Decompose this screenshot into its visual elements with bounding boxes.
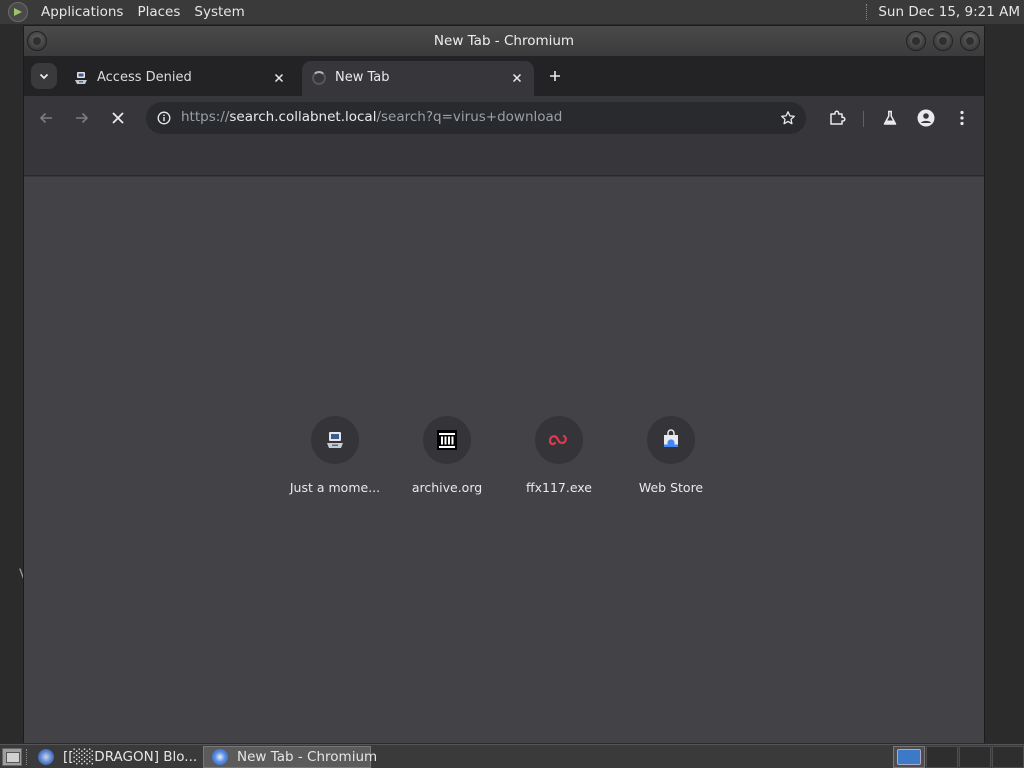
new-tab-button[interactable] — [542, 63, 568, 89]
shortcut-label: Web Store — [638, 480, 704, 495]
tab-strip: Access Denied New Tab — [24, 56, 984, 115]
bookmark-button[interactable] — [776, 106, 800, 130]
shortcut-tile-just-a-moment[interactable]: Just a mome... — [279, 416, 391, 516]
system-menu[interactable]: System — [187, 4, 251, 20]
tab-close-button[interactable] — [269, 68, 289, 88]
browser-toolbar: https://search.collabnet.local/search?q=… — [24, 96, 984, 141]
taskbar-item-label: [[░░DRAGON] Blo... — [63, 749, 198, 765]
taskbar: [[░░DRAGON] Blo... New Tab - Chromium — [0, 744, 1024, 768]
star-icon — [781, 111, 795, 125]
taskbar-item-dragon[interactable]: [[░░DRAGON] Blo... — [30, 746, 200, 768]
shortcut-label: ffx117.exe — [525, 480, 592, 495]
address-bar[interactable]: https://search.collabnet.local/search?q=… — [146, 102, 806, 134]
new-tab-page: Just a mome... archive.org ffx117.exe We… — [24, 177, 984, 743]
taskbar-separator — [26, 749, 27, 765]
shortcut-tile-ffx117[interactable]: ffx117.exe — [503, 416, 615, 516]
close-icon — [512, 73, 522, 83]
web-store-icon — [647, 416, 695, 464]
info-icon — [157, 111, 171, 125]
workspace-2[interactable] — [926, 746, 958, 768]
taskbar-item-label: New Tab - Chromium — [237, 749, 378, 765]
chrome-menu-button[interactable] — [948, 104, 976, 132]
shortcut-tile-archive-org[interactable]: archive.org — [391, 416, 503, 516]
archive-icon — [423, 416, 471, 464]
window-titlebar[interactable]: New Tab - Chromium — [24, 26, 984, 56]
labs-button[interactable] — [876, 104, 904, 132]
window-menu-button[interactable] — [27, 31, 47, 51]
taskbar-item-new-tab[interactable]: New Tab - Chromium — [203, 746, 377, 768]
site-favicon-icon — [73, 70, 89, 86]
applications-menu[interactable]: Applications — [34, 4, 130, 20]
more-vertical-icon — [960, 110, 964, 126]
site-info-button[interactable] — [152, 106, 176, 130]
window-title: New Tab - Chromium — [433, 33, 575, 49]
distro-logo-icon[interactable] — [8, 2, 28, 22]
panel-clock[interactable]: Sun Dec 15, 9:21 AM — [878, 4, 1020, 20]
person-icon — [917, 109, 935, 127]
workspace-1[interactable] — [893, 746, 925, 768]
arrow-left-icon — [39, 112, 52, 124]
red-link-icon — [535, 416, 583, 464]
browser-window: New Tab - Chromium Access Denied New Tab… — [23, 25, 985, 743]
tab-access-denied[interactable]: Access Denied — [64, 61, 296, 96]
tab-search-button[interactable] — [31, 63, 57, 89]
workspace-3[interactable] — [959, 746, 991, 768]
tab-title: New Tab — [335, 70, 390, 85]
chevron-down-icon — [39, 73, 49, 80]
chromium-icon — [38, 749, 54, 765]
tab-title: Access Denied — [97, 70, 192, 85]
show-desktop-button[interactable] — [2, 748, 22, 766]
loading-spinner-icon — [311, 70, 327, 86]
bookmark-bar-area — [24, 141, 984, 176]
maximize-button[interactable] — [933, 31, 953, 51]
profile-button[interactable] — [912, 104, 940, 132]
url-scheme: https:// — [181, 109, 230, 125]
url-path: /search?q=virus+download — [376, 109, 563, 125]
plus-icon — [550, 71, 560, 81]
shortcut-label: Just a mome... — [289, 480, 381, 495]
puzzle-piece-icon — [830, 110, 846, 125]
forward-button[interactable] — [68, 104, 96, 132]
flask-icon — [883, 110, 897, 125]
minimize-button[interactable] — [906, 31, 926, 51]
shortcut-tile-web-store[interactable]: Web Store — [615, 416, 727, 516]
close-window-button[interactable] — [960, 31, 980, 51]
back-button[interactable] — [32, 104, 60, 132]
url-text[interactable]: https://search.collabnet.local/search?q=… — [181, 109, 562, 125]
chromium-icon — [212, 749, 228, 765]
tab-close-button[interactable] — [507, 68, 527, 88]
places-menu[interactable]: Places — [130, 4, 187, 20]
top-panel: Applications Places System Sun Dec 15, 9… — [0, 0, 1024, 24]
tab-new-tab[interactable]: New Tab — [302, 61, 534, 96]
close-icon — [274, 73, 284, 83]
workspace-4[interactable] — [992, 746, 1024, 768]
computer-icon — [311, 416, 359, 464]
close-icon — [112, 112, 124, 124]
extensions-button[interactable] — [823, 104, 851, 132]
toolbar-divider — [863, 111, 864, 127]
url-host: search.collabnet.local — [229, 109, 377, 125]
arrow-right-icon — [76, 112, 89, 124]
panel-separator — [866, 4, 869, 20]
stop-loading-button[interactable] — [104, 104, 132, 132]
shortcut-label: archive.org — [411, 480, 483, 495]
